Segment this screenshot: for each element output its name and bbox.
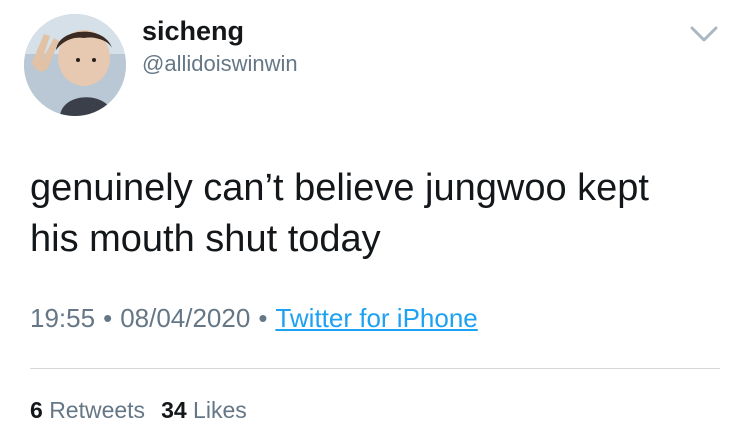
tweet-meta: 19:55 • 08/04/2020 • Twitter for iPhone: [30, 298, 478, 338]
tweet-date: 08/04/2020: [120, 303, 251, 333]
likes-label: Likes: [193, 397, 247, 423]
display-name[interactable]: sicheng: [142, 14, 244, 48]
tweet-source-link[interactable]: Twitter for iPhone: [275, 303, 477, 333]
tweet-text-line: genuinely can’t believe jungwoo kept: [30, 167, 649, 209]
likes-stat[interactable]: 34 Likes: [161, 397, 247, 423]
meta-separator: •: [103, 303, 113, 333]
chevron-down-icon: [690, 26, 718, 42]
tweet-time: 19:55: [30, 303, 96, 333]
tweet-stats: 6 Retweets 34 Likes: [30, 390, 263, 430]
retweets-count: 6: [30, 397, 43, 423]
avatar[interactable]: [24, 14, 126, 116]
retweets-label: Retweets: [49, 397, 146, 423]
retweets-stat[interactable]: 6 Retweets: [30, 397, 145, 423]
tweet-text: genuinely can’t believe jungwoo kept his…: [30, 163, 730, 265]
divider: [30, 368, 720, 369]
tweet-menu-button[interactable]: [684, 18, 724, 52]
likes-count: 34: [161, 397, 187, 423]
tweet-card: sicheng @allidoiswinwin genuinely can’t …: [0, 0, 750, 440]
meta-separator: •: [258, 303, 268, 333]
avatar-photo: [24, 14, 126, 116]
user-handle[interactable]: @allidoiswinwin: [142, 50, 298, 78]
tweet-text-line: his mouth shut today: [30, 218, 381, 260]
